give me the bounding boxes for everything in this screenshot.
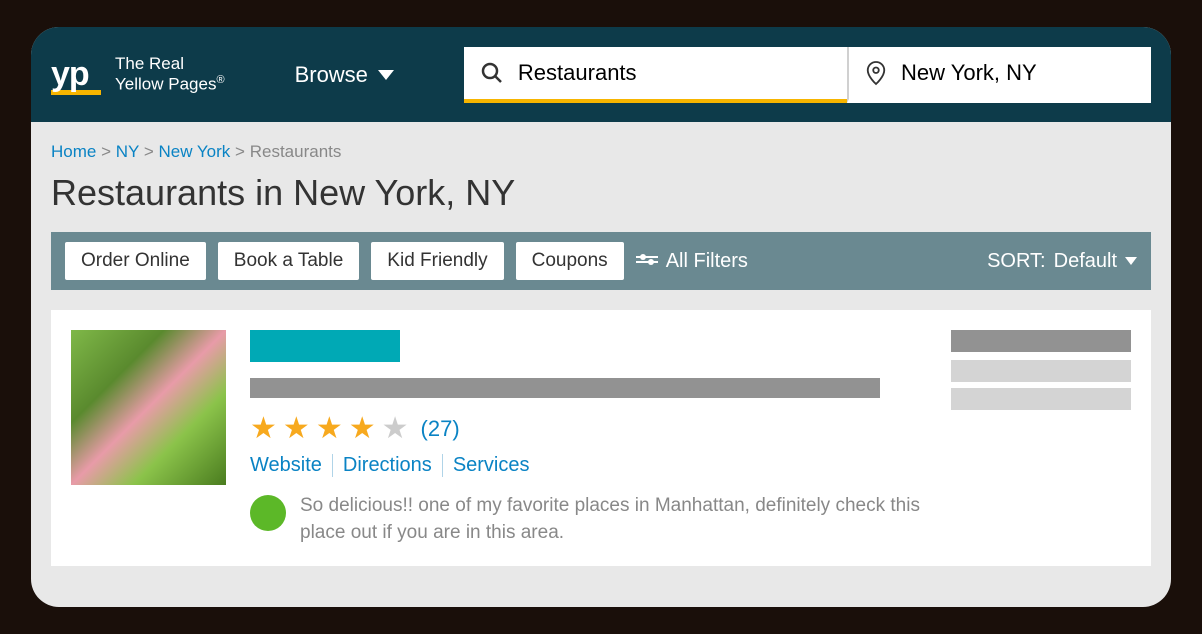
filter-book-table[interactable]: Book a Table bbox=[218, 242, 360, 280]
search-input[interactable] bbox=[518, 60, 831, 86]
filter-bar: Order Online Book a Table Kid Friendly C… bbox=[51, 232, 1151, 290]
browse-label: Browse bbox=[295, 62, 368, 88]
filter-coupons[interactable]: Coupons bbox=[516, 242, 624, 280]
all-filters-button[interactable]: All Filters bbox=[636, 250, 748, 273]
breadcrumb-state[interactable]: NY bbox=[116, 142, 139, 161]
star-icon: ★ bbox=[349, 414, 376, 444]
breadcrumb-current: Restaurants bbox=[250, 142, 342, 161]
star-icon: ★ bbox=[316, 414, 343, 444]
logo-text: yp bbox=[51, 55, 101, 94]
listing-address-redacted bbox=[951, 360, 1131, 382]
listing-phone-redacted bbox=[951, 330, 1131, 352]
caret-down-icon bbox=[378, 70, 394, 80]
location-box[interactable] bbox=[847, 47, 1151, 103]
filter-order-online[interactable]: Order Online bbox=[65, 242, 206, 280]
sort-dropdown[interactable]: SORT: Default bbox=[987, 250, 1137, 273]
star-icon: ★ bbox=[250, 414, 277, 444]
website-link[interactable]: Website bbox=[250, 454, 333, 477]
breadcrumb-city[interactable]: New York bbox=[158, 142, 230, 161]
listing-categories-redacted bbox=[250, 378, 880, 398]
sliders-icon bbox=[636, 253, 658, 269]
star-icon: ★ bbox=[283, 414, 310, 444]
avatar bbox=[250, 495, 286, 531]
listing-title-redacted[interactable] bbox=[250, 330, 400, 362]
breadcrumb-home[interactable]: Home bbox=[51, 142, 96, 161]
rating-row[interactable]: ★ ★ ★ ★ ★ (27) bbox=[250, 414, 927, 444]
review-text: So delicious!! one of my favorite places… bbox=[300, 493, 927, 546]
listing-links: Website Directions Services bbox=[250, 454, 927, 477]
search-icon bbox=[480, 61, 504, 85]
location-pin-icon bbox=[865, 60, 887, 86]
listing-address-redacted bbox=[951, 388, 1131, 410]
content: Home > NY > New York > Restaurants Resta… bbox=[31, 122, 1171, 566]
page-title: Restaurants in New York, NY bbox=[31, 172, 1171, 232]
review-snippet: So delicious!! one of my favorite places… bbox=[250, 493, 927, 546]
directions-link[interactable]: Directions bbox=[333, 454, 443, 477]
caret-down-icon bbox=[1125, 257, 1137, 265]
listing-thumbnail[interactable] bbox=[71, 330, 226, 485]
star-icon: ★ bbox=[382, 414, 409, 444]
listing-card: ★ ★ ★ ★ ★ (27) Website Directions Servic… bbox=[51, 310, 1151, 566]
location-input[interactable] bbox=[901, 60, 1135, 86]
header: yp The Real Yellow Pages® Browse bbox=[31, 27, 1171, 122]
logo[interactable]: yp The Real Yellow Pages® bbox=[51, 54, 225, 95]
review-count[interactable]: (27) bbox=[421, 416, 460, 442]
search-group bbox=[464, 47, 1151, 103]
search-box[interactable] bbox=[464, 47, 847, 103]
services-link[interactable]: Services bbox=[443, 454, 540, 477]
filter-kid-friendly[interactable]: Kid Friendly bbox=[371, 242, 503, 280]
breadcrumb: Home > NY > New York > Restaurants bbox=[31, 142, 1171, 172]
logo-tagline: The Real Yellow Pages® bbox=[115, 54, 225, 95]
listing-main: ★ ★ ★ ★ ★ (27) Website Directions Servic… bbox=[250, 330, 927, 546]
browse-menu[interactable]: Browse bbox=[295, 62, 394, 88]
listing-side bbox=[951, 330, 1131, 546]
